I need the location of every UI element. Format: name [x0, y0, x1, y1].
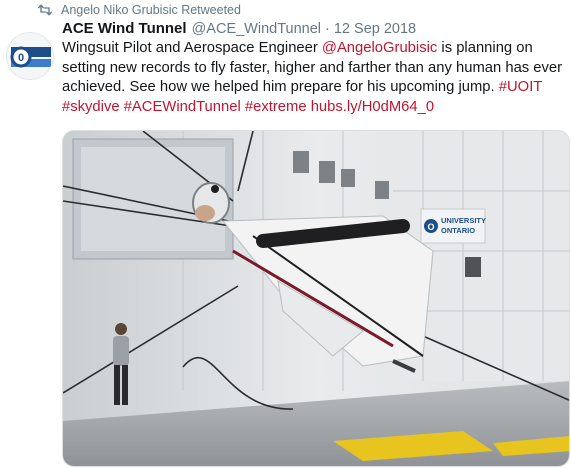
- tweet-text-part: Wingsuit Pilot and Aerospace Engineer: [62, 40, 322, 56]
- hashtag-link[interactable]: #skydive: [62, 99, 120, 115]
- hashtag-link[interactable]: #UOIT: [499, 79, 542, 95]
- mention-link[interactable]: @AngeloGrubisic: [322, 40, 437, 56]
- tweet-media-photo[interactable]: O UNIVERSITY ONTARIO: [62, 130, 570, 467]
- tweet-text: Wingsuit Pilot and Aerospace Engineer @A…: [62, 39, 567, 117]
- hashtag-link[interactable]: #ACEWindTunnel: [124, 99, 241, 115]
- url-link[interactable]: hubs.ly/H0dM64_0: [311, 99, 434, 115]
- sign-letter: O: [427, 222, 434, 232]
- tweet-header: ACE Wind Tunnel @ACE_WindTunnel · 12 Sep…: [62, 20, 416, 37]
- user-handle[interactable]: @ACE_WindTunnel: [192, 21, 321, 37]
- wind-tunnel-photo: O UNIVERSITY ONTARIO: [63, 131, 569, 466]
- svg-text:0: 0: [18, 52, 24, 64]
- retweet-context: Angelo Niko Grubisic Retweeted: [37, 2, 241, 18]
- sign-line-1: UNIVERSITY: [441, 216, 486, 225]
- sign-line-2: ONTARIO: [441, 226, 475, 235]
- avatar[interactable]: 0: [6, 32, 54, 80]
- ace-logo-icon: 0: [7, 33, 53, 79]
- separator: ·: [325, 21, 330, 37]
- retweet-label[interactable]: Angelo Niko Grubisic Retweeted: [61, 3, 241, 17]
- display-name[interactable]: ACE Wind Tunnel: [62, 20, 187, 37]
- retweet-icon: [37, 4, 53, 16]
- hashtag-link[interactable]: #extreme: [245, 99, 307, 115]
- tweet-date[interactable]: 12 Sep 2018: [334, 21, 416, 37]
